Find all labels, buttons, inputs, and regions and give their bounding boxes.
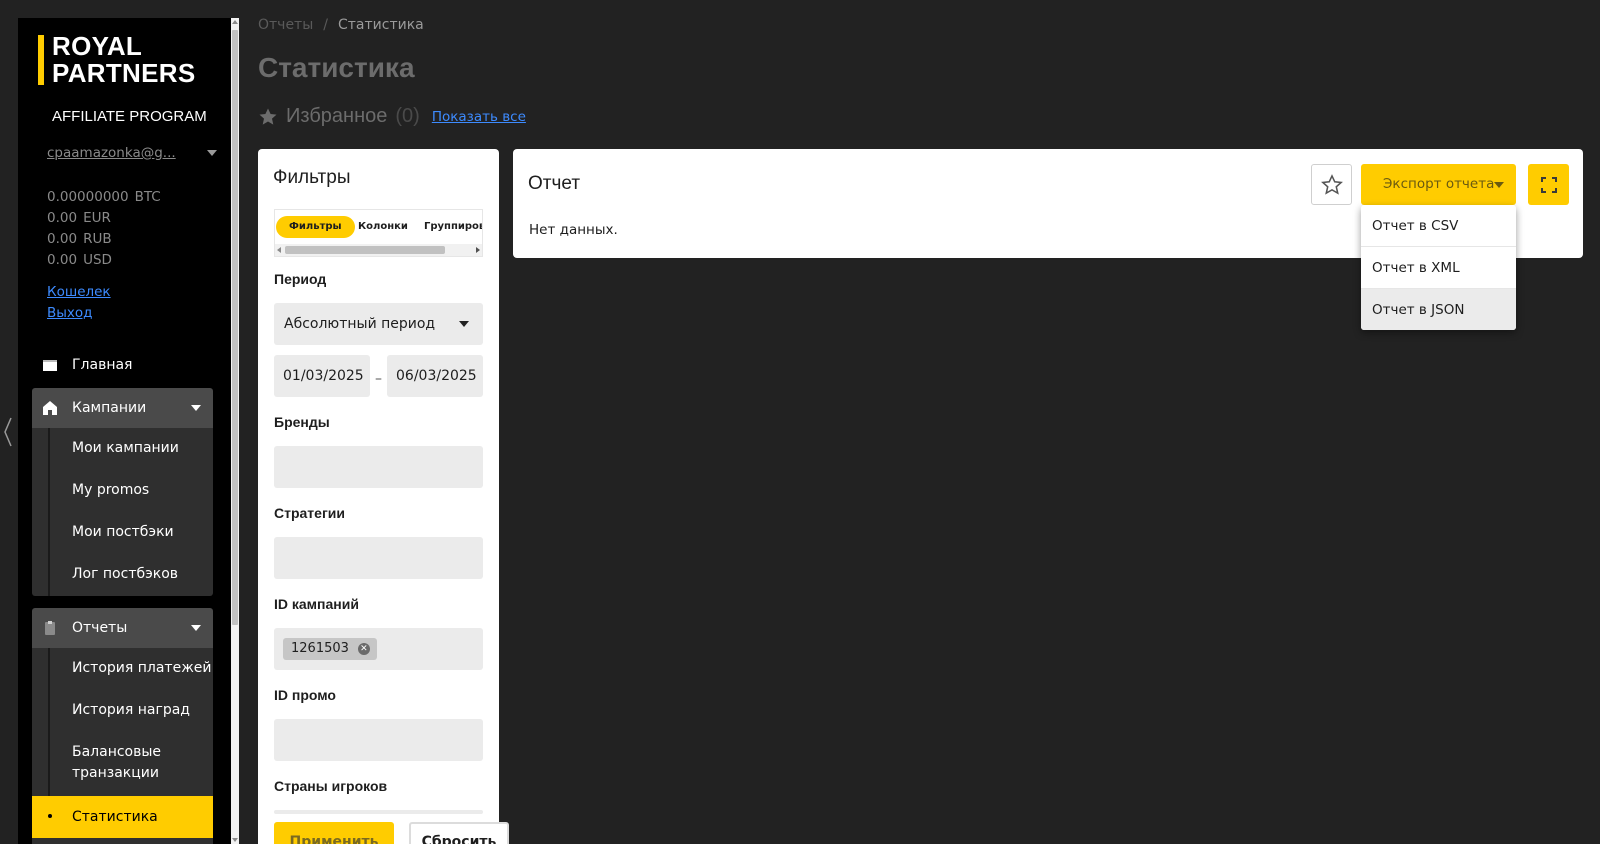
nav-payment-history[interactable]: История платежей [72, 658, 212, 679]
scroll-up-icon[interactable] [232, 20, 238, 24]
user-email[interactable]: cpaamazonka@g... [47, 145, 176, 161]
wallet-link[interactable]: Кошелек [47, 284, 111, 300]
brands-input[interactable] [274, 446, 483, 488]
favorites-title: Избранное [286, 105, 388, 127]
export-report-button[interactable]: Экспорт отчета [1361, 164, 1516, 205]
sidebar-scrollbar-thumb[interactable] [232, 30, 238, 625]
submenu-line [48, 428, 50, 596]
nav-my-campaigns[interactable]: Мои кампании [72, 438, 179, 459]
chevron-down-icon[interactable] [207, 150, 217, 156]
strategies-input[interactable] [274, 537, 483, 579]
clipboard-icon [45, 621, 55, 635]
campaign-ids-label: ID кампаний [274, 596, 359, 612]
campaign-ids-input[interactable]: 1261503 ✕ [274, 628, 483, 670]
star-icon [259, 108, 277, 125]
chevron-down-icon [191, 625, 201, 631]
balance-btc: 0.00000000 BTC [47, 189, 161, 205]
chevron-down-icon [1494, 182, 1504, 188]
balance-usd: 0.00 USD [47, 252, 112, 268]
tab-filters[interactable]: Фильтры [276, 216, 355, 238]
add-to-favorites-button[interactable] [1311, 164, 1352, 205]
submenu-line [48, 648, 50, 800]
nav-reward-history[interactable]: История наград [72, 700, 190, 721]
fullscreen-icon [1540, 176, 1557, 193]
tabs-scrollbar[interactable] [275, 244, 482, 256]
breadcrumb-reports[interactable]: Отчеты [258, 17, 313, 33]
user-menu[interactable]: cpaamazonka@g... [47, 143, 217, 163]
star-outline-icon [1320, 173, 1343, 195]
period-label: Период [274, 271, 327, 287]
export-dropdown-menu: Отчет в CSV Отчет в XML Отчет в JSON [1361, 205, 1516, 330]
scroll-right-icon[interactable] [476, 247, 480, 253]
export-json-option[interactable]: Отчет в JSON [1361, 289, 1516, 330]
report-title: Отчет [528, 173, 581, 194]
window-icon [43, 360, 57, 371]
show-all-favorites-link[interactable]: Показать все [432, 109, 526, 125]
export-csv-option[interactable]: Отчет в CSV [1361, 205, 1516, 247]
nav-home-label: Главная [72, 357, 133, 373]
logo[interactable]: ROYAL PARTNERS AFFILIATE PROGRAM [38, 31, 228, 125]
period-select-value: Абсолютный период [284, 316, 436, 332]
nav-my-promos[interactable]: My promos [72, 480, 149, 501]
brands-label: Бренды [274, 414, 330, 430]
sidebar-scrollbar[interactable] [231, 18, 239, 844]
campaign-id-chip: 1261503 ✕ [283, 638, 377, 660]
export-report-label: Экспорт отчета [1383, 176, 1495, 192]
favorites-count: (0) [395, 105, 420, 127]
balance-rub: 0.00 RUB [47, 231, 112, 247]
breadcrumb: Отчеты / Статистика [258, 17, 424, 33]
date-range-separator: – [375, 371, 382, 387]
home-icon [43, 401, 57, 415]
nav-reports[interactable]: Отчеты [32, 608, 213, 648]
logo-subtitle: AFFILIATE PROGRAM [52, 108, 207, 125]
breadcrumb-current: Статистика [338, 17, 424, 33]
nav-statistics-label: Статистика [72, 809, 158, 825]
promo-ids-input[interactable] [274, 719, 483, 761]
campaigns-submenu: Мои кампании My promos Мои постбэки Лог … [32, 428, 213, 596]
scroll-left-icon[interactable] [277, 247, 281, 253]
nav-postback-log[interactable]: Лог постбэков [72, 564, 178, 585]
apply-button[interactable]: Применить [274, 822, 394, 844]
nav-balance-transactions[interactable]: Балансовые транзакции [72, 742, 202, 784]
reset-button[interactable]: Сбросить [409, 822, 509, 844]
campaign-id-chip-label: 1261503 [291, 641, 349, 656]
tab-columns[interactable]: Колонки [345, 216, 421, 238]
fullscreen-button[interactable] [1528, 164, 1569, 205]
nav-home[interactable]: Главная [32, 345, 213, 385]
player-countries-input[interactable] [274, 810, 483, 814]
nav-campaigns-label: Кампании [72, 400, 147, 416]
logout-link[interactable]: Выход [47, 305, 93, 321]
logo-line-1: ROYAL [52, 31, 143, 61]
logo-line-2: PARTNERS [52, 58, 196, 88]
nav-campaigns[interactable]: Кампании [32, 388, 213, 428]
filters-panel: Фильтры Фильтры Колонки Группироват Пери… [258, 149, 499, 844]
balance-eur: 0.00 EUR [47, 210, 111, 226]
tabs-scrollbar-thumb[interactable] [285, 246, 445, 254]
nav-my-postbacks[interactable]: Мои постбэки [72, 522, 174, 543]
remove-chip-icon[interactable]: ✕ [357, 643, 370, 655]
filters-tabs: Фильтры Колонки Группироват [274, 209, 483, 257]
sidebar: ROYAL PARTNERS AFFILIATE PROGRAM cpaamaz… [18, 18, 231, 844]
nav-statistics[interactable]: Статистика [32, 796, 213, 838]
player-countries-label: Страны игроков [274, 778, 388, 794]
report-empty-message: Нет данных. [529, 222, 618, 238]
chevron-down-icon [191, 405, 201, 411]
date-to-input[interactable]: 06/03/2025 [387, 355, 483, 397]
favorites-header: Избранное (0) Показать все [258, 105, 526, 128]
chevron-down-icon [459, 321, 469, 327]
strategies-label: Стратегии [274, 505, 345, 521]
promo-ids-label: ID промо [274, 687, 336, 703]
breadcrumb-separator: / [323, 17, 328, 33]
scroll-down-icon[interactable] [232, 838, 238, 842]
tab-grouping[interactable]: Группироват [411, 216, 482, 238]
export-xml-option[interactable]: Отчет в XML [1361, 247, 1516, 289]
period-select[interactable]: Абсолютный период [274, 303, 483, 345]
logo-bar [38, 35, 44, 85]
active-indicator [48, 814, 52, 818]
collapse-sidebar-handle[interactable] [2, 416, 14, 448]
filters-title: Фильтры [273, 167, 351, 188]
page-title: Статистика [258, 52, 415, 83]
nav-reports-label: Отчеты [72, 620, 128, 636]
date-from-input[interactable]: 01/03/2025 [274, 355, 370, 397]
